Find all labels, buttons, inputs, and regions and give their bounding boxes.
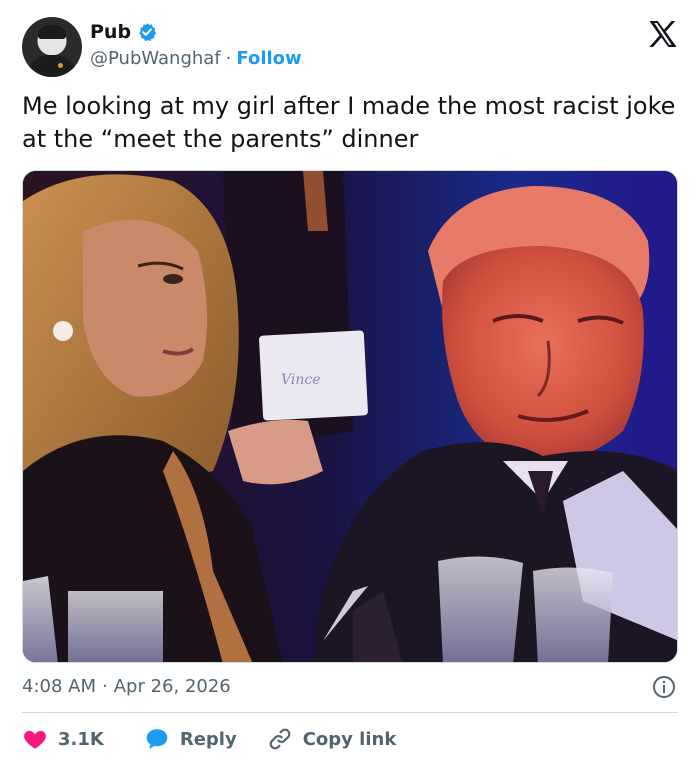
photo-illustration: Vince bbox=[23, 171, 677, 662]
like-button[interactable]: 3.1K bbox=[22, 726, 104, 752]
tweet-time[interactable]: 4:08 AM bbox=[22, 676, 96, 697]
timestamp-row: 4:08 AM · Apr 26, 2026 bbox=[22, 676, 231, 697]
avatar[interactable] bbox=[22, 17, 82, 77]
speech-bubble-icon bbox=[146, 729, 168, 749]
verified-badge-icon bbox=[139, 23, 157, 41]
like-count: 3.1K bbox=[58, 728, 104, 750]
tweet-text: Me looking at my girl after I made the m… bbox=[22, 92, 676, 153]
author-handle[interactable]: @PubWanghaf bbox=[90, 48, 221, 69]
reply-label: Reply bbox=[179, 728, 237, 750]
x-logo-icon[interactable] bbox=[648, 20, 678, 48]
action-bar: 3.1K Reply Copy link bbox=[22, 724, 396, 754]
card-text: Vince bbox=[281, 372, 320, 388]
author-display-name[interactable]: Pub bbox=[90, 21, 131, 43]
info-icon[interactable] bbox=[652, 675, 676, 699]
divider bbox=[22, 712, 678, 713]
tweet-media-image[interactable]: Vince bbox=[22, 170, 678, 663]
author-name-row: Pub bbox=[90, 21, 157, 43]
heart-icon bbox=[24, 730, 46, 749]
handle-separator: · bbox=[225, 48, 232, 69]
reply-button[interactable]: Reply bbox=[144, 726, 237, 752]
author-handle-row: @PubWanghaf · Follow bbox=[90, 48, 302, 69]
copy-link-button[interactable]: Copy link bbox=[267, 726, 397, 752]
timestamp-separator: · bbox=[102, 676, 108, 697]
copy-link-label: Copy link bbox=[302, 728, 397, 750]
tweet-date[interactable]: Apr 26, 2026 bbox=[114, 676, 231, 697]
tweet-card: Pub @PubWanghaf · Follow Me looking at m… bbox=[0, 0, 700, 765]
follow-button[interactable]: Follow bbox=[236, 48, 301, 69]
link-icon bbox=[269, 728, 291, 750]
